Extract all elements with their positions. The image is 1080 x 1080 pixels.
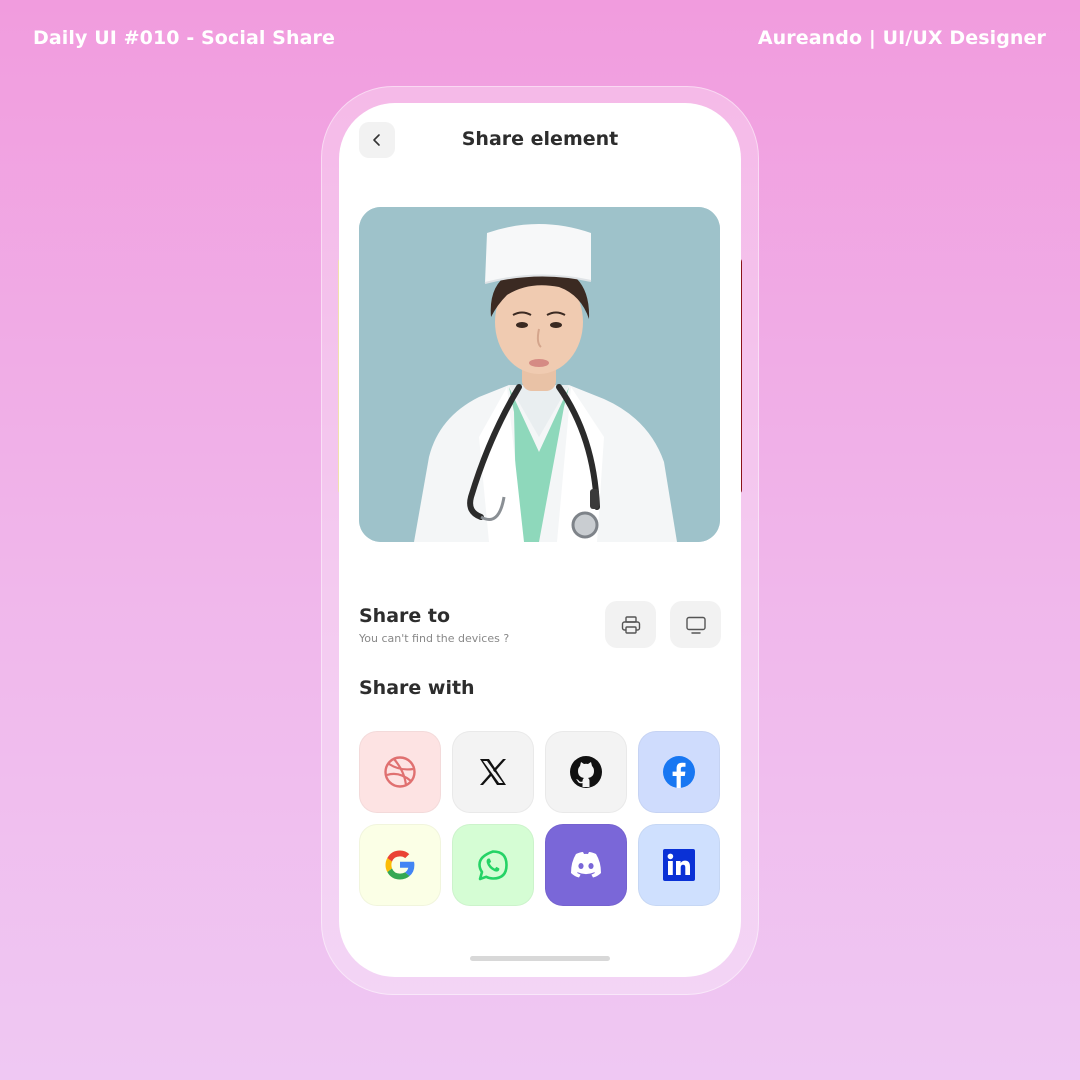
author-credit: Aureando | UI/UX Designer — [757, 27, 1046, 49]
printer-button[interactable] — [605, 601, 656, 648]
printer-icon — [621, 615, 640, 634]
dribbble-icon — [384, 756, 416, 788]
share-google-button[interactable] — [359, 824, 441, 906]
whatsapp-icon — [478, 850, 508, 881]
share-screen: Share element Share to You can't find th… — [339, 103, 741, 977]
share-discord-button[interactable] — [545, 824, 627, 906]
share-with-title: Share with — [359, 677, 475, 699]
share-apps-grid — [359, 731, 720, 906]
share-dribbble-button[interactable] — [359, 731, 441, 813]
page-header-title: Daily UI #010 - Social Share — [33, 27, 335, 49]
linkedin-icon — [663, 849, 695, 881]
share-to-subtitle-link[interactable]: You can't find the devices ? — [359, 632, 509, 645]
x-icon — [480, 759, 506, 785]
monitor-button[interactable] — [670, 601, 721, 648]
doctor-child-photo — [359, 207, 720, 542]
screen-title: Share element — [461, 128, 619, 150]
home-indicator[interactable] — [470, 956, 610, 961]
github-icon — [570, 756, 602, 788]
facebook-icon — [663, 756, 695, 788]
google-icon — [385, 850, 415, 880]
share-facebook-button[interactable] — [638, 731, 720, 813]
discord-icon — [571, 852, 601, 878]
share-linkedin-button[interactable] — [638, 824, 720, 906]
shared-photo[interactable] — [359, 207, 720, 542]
monitor-icon — [685, 616, 706, 634]
share-whatsapp-button[interactable] — [452, 824, 534, 906]
share-to-title: Share to — [359, 605, 451, 627]
share-x-button[interactable] — [452, 731, 534, 813]
share-github-button[interactable] — [545, 731, 627, 813]
